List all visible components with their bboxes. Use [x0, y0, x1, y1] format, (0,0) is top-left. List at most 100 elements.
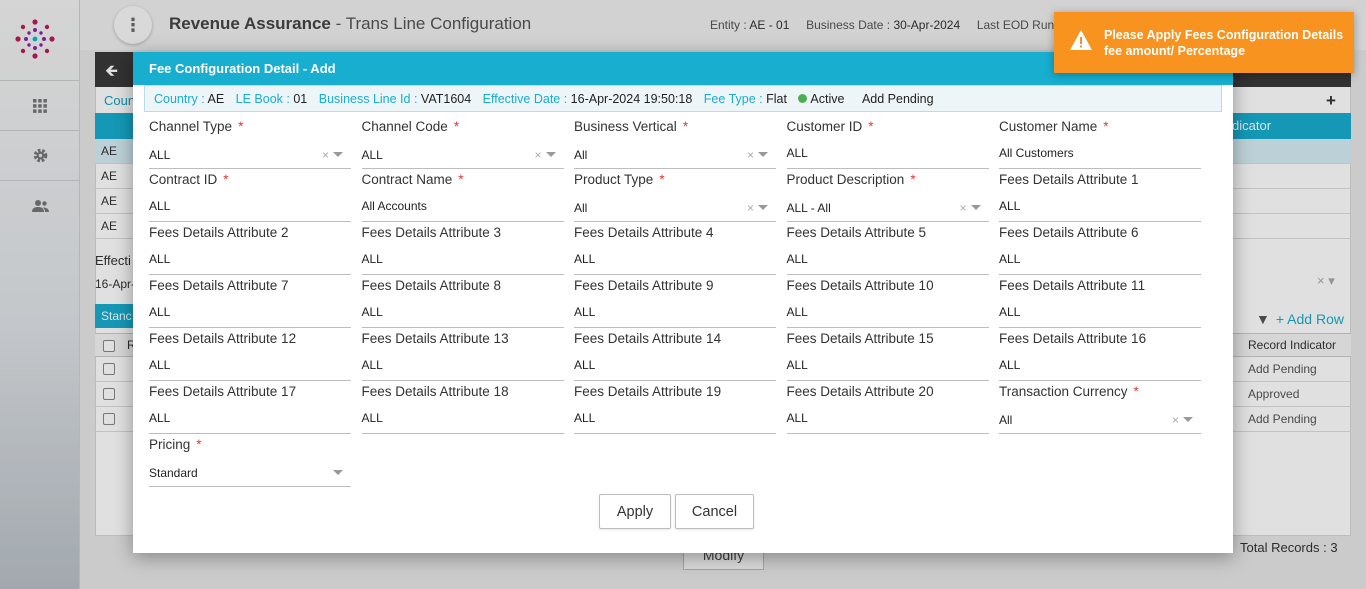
fees-details-attribute-13-label: Fees Details Attribute 13	[362, 331, 509, 346]
product-type-select[interactable]: All ×	[574, 198, 776, 222]
fees-details-attribute-4-input[interactable]: ALL	[574, 251, 776, 275]
chevron-down-icon[interactable]	[545, 152, 556, 157]
clear-icon[interactable]: ×	[747, 148, 754, 162]
fees-details-attribute-12-input[interactable]: ALL	[149, 357, 351, 381]
fees-details-attribute-5-input[interactable]: ALL	[786, 251, 989, 275]
clear-icon[interactable]: ×	[959, 201, 966, 215]
fees-details-attribute-5-label: Fees Details Attribute 5	[787, 225, 927, 240]
fees-details-attribute-18-input[interactable]: ALL	[361, 410, 564, 434]
fees-details-attribute-2-input[interactable]: ALL	[149, 251, 351, 275]
channel-type-label: Channel Type *	[149, 119, 243, 134]
business-vertical-select[interactable]: All ×	[574, 145, 776, 169]
fees-details-attribute-1-input[interactable]: ALL	[999, 198, 1201, 222]
fees-details-attribute-16-field: Fees Details Attribute 16 ALL	[999, 331, 1201, 381]
business-line-value: VAT1604	[420, 92, 472, 106]
channel-type-select[interactable]: ALL ×	[149, 145, 351, 169]
cancel-button[interactable]: Cancel	[675, 494, 754, 529]
chevron-down-icon[interactable]	[758, 205, 768, 210]
field-value: ALL	[999, 305, 1021, 319]
field-value: ALL	[786, 146, 808, 160]
chevron-down-icon[interactable]	[970, 205, 981, 210]
fees-details-attribute-9-field: Fees Details Attribute 9 ALL	[574, 278, 776, 328]
fees-details-attribute-12-label: Fees Details Attribute 12	[149, 331, 296, 346]
effective-date-label: Effective Date :	[482, 92, 571, 106]
chevron-down-icon[interactable]	[758, 152, 768, 157]
field-value: ALL	[786, 358, 808, 372]
field-value: ALL	[361, 252, 383, 266]
customer-id-field: Customer ID * ALL	[786, 119, 989, 169]
channel-code-select[interactable]: ALL ×	[361, 145, 564, 169]
fees-details-attribute-3-label: Fees Details Attribute 3	[362, 225, 502, 240]
field-label-text: Fees Details Attribute 5	[786, 225, 927, 240]
transaction-currency-select[interactable]: All ×	[999, 410, 1201, 434]
fees-details-attribute-1-field: Fees Details Attribute 1 ALL	[999, 172, 1201, 222]
fees-details-attribute-17-input[interactable]: ALL	[149, 410, 351, 434]
pricing-select[interactable]: Standard	[149, 463, 351, 487]
fees-details-attribute-8-input[interactable]: ALL	[361, 304, 564, 328]
field-label-text: Contract ID	[149, 172, 218, 187]
field-label-text: Product Description	[786, 172, 905, 187]
field-label-text: Fees Details Attribute 17	[149, 384, 297, 399]
fees-details-attribute-3-input[interactable]: ALL	[361, 251, 564, 275]
warning-icon	[1070, 30, 1092, 50]
required-marker: *	[196, 437, 202, 452]
fees-details-attribute-15-input[interactable]: ALL	[786, 357, 989, 381]
clear-icon[interactable]: ×	[534, 148, 541, 162]
field-label-text: Channel Code	[361, 119, 448, 134]
customer-name-input[interactable]: All Customers	[999, 145, 1201, 169]
fees-details-attribute-9-input[interactable]: ALL	[574, 304, 776, 328]
fees-details-attribute-11-input[interactable]: ALL	[999, 304, 1201, 328]
fees-details-attribute-11-label: Fees Details Attribute 11	[999, 278, 1145, 293]
field-label-text: Transaction Currency	[999, 384, 1128, 399]
field-label-text: Fees Details Attribute 18	[361, 384, 509, 399]
chevron-down-icon[interactable]	[333, 470, 343, 475]
status-dot-icon	[798, 94, 808, 103]
field-value: All Accounts	[361, 199, 427, 213]
contract-id-input[interactable]: ALL	[149, 198, 351, 222]
field-label-text: Channel Type	[149, 119, 233, 134]
field-value: ALL	[574, 252, 596, 266]
field-value: All Customers	[999, 146, 1074, 160]
field-label-text: Product Type	[574, 172, 654, 187]
fees-details-attribute-15-field: Fees Details Attribute 15 ALL	[786, 331, 989, 381]
apply-button[interactable]: Apply	[599, 494, 671, 529]
pricing-label: Pricing *	[149, 437, 202, 452]
fees-details-attribute-6-input[interactable]: ALL	[999, 251, 1201, 275]
fee-type-label: Fee Type :	[703, 92, 767, 106]
required-marker: *	[1103, 119, 1109, 134]
field-value: ALL	[361, 358, 383, 372]
chevron-down-icon[interactable]	[333, 152, 343, 157]
fees-details-attribute-7-input[interactable]: ALL	[149, 304, 351, 328]
fees-details-attribute-2-field: Fees Details Attribute 2 ALL	[149, 225, 351, 275]
clear-icon[interactable]: ×	[322, 148, 329, 162]
contract-name-input[interactable]: All Accounts	[361, 198, 564, 222]
fees-details-attribute-20-field: Fees Details Attribute 20 ALL	[786, 384, 989, 434]
fees-details-attribute-17-field: Fees Details Attribute 17 ALL	[149, 384, 351, 434]
effective-date-value: 16-Apr-2024 19:50:18	[570, 92, 693, 106]
required-marker: *	[868, 119, 874, 134]
product-description-select[interactable]: ALL - All ×	[786, 198, 989, 222]
business-line-label: Business Line Id :	[318, 92, 421, 106]
clear-icon[interactable]: ×	[747, 201, 754, 215]
fees-details-attribute-19-input[interactable]: ALL	[574, 410, 776, 434]
fees-details-attribute-11-field: Fees Details Attribute 11 ALL	[999, 278, 1201, 328]
fees-details-attribute-16-input[interactable]: ALL	[999, 357, 1201, 381]
required-marker: *	[682, 119, 689, 134]
fees-details-attribute-14-input[interactable]: ALL	[574, 357, 776, 381]
pricing-field: Pricing * Standard	[149, 437, 351, 487]
fees-details-attribute-12-field: Fees Details Attribute 12 ALL	[149, 331, 351, 381]
fees-details-attribute-18-label: Fees Details Attribute 18	[362, 384, 509, 399]
field-value: ALL	[149, 305, 171, 319]
fees-details-attribute-13-input[interactable]: ALL	[361, 357, 564, 381]
clear-icon[interactable]: ×	[1172, 413, 1179, 427]
field-label-text: Fees Details Attribute 10	[786, 278, 934, 293]
transaction-currency-label: Transaction Currency *	[999, 384, 1139, 399]
contract-id-label: Contract ID *	[149, 172, 229, 187]
fees-details-attribute-20-input[interactable]: ALL	[786, 410, 989, 434]
fees-details-attribute-10-input[interactable]: ALL	[786, 304, 989, 328]
field-label-text: Fees Details Attribute 14	[574, 331, 722, 346]
channel-code-field: Channel Code * ALL ×	[361, 119, 564, 169]
customer-id-input[interactable]: ALL	[786, 145, 989, 169]
chevron-down-icon[interactable]	[1183, 417, 1193, 422]
required-marker: *	[910, 172, 916, 187]
